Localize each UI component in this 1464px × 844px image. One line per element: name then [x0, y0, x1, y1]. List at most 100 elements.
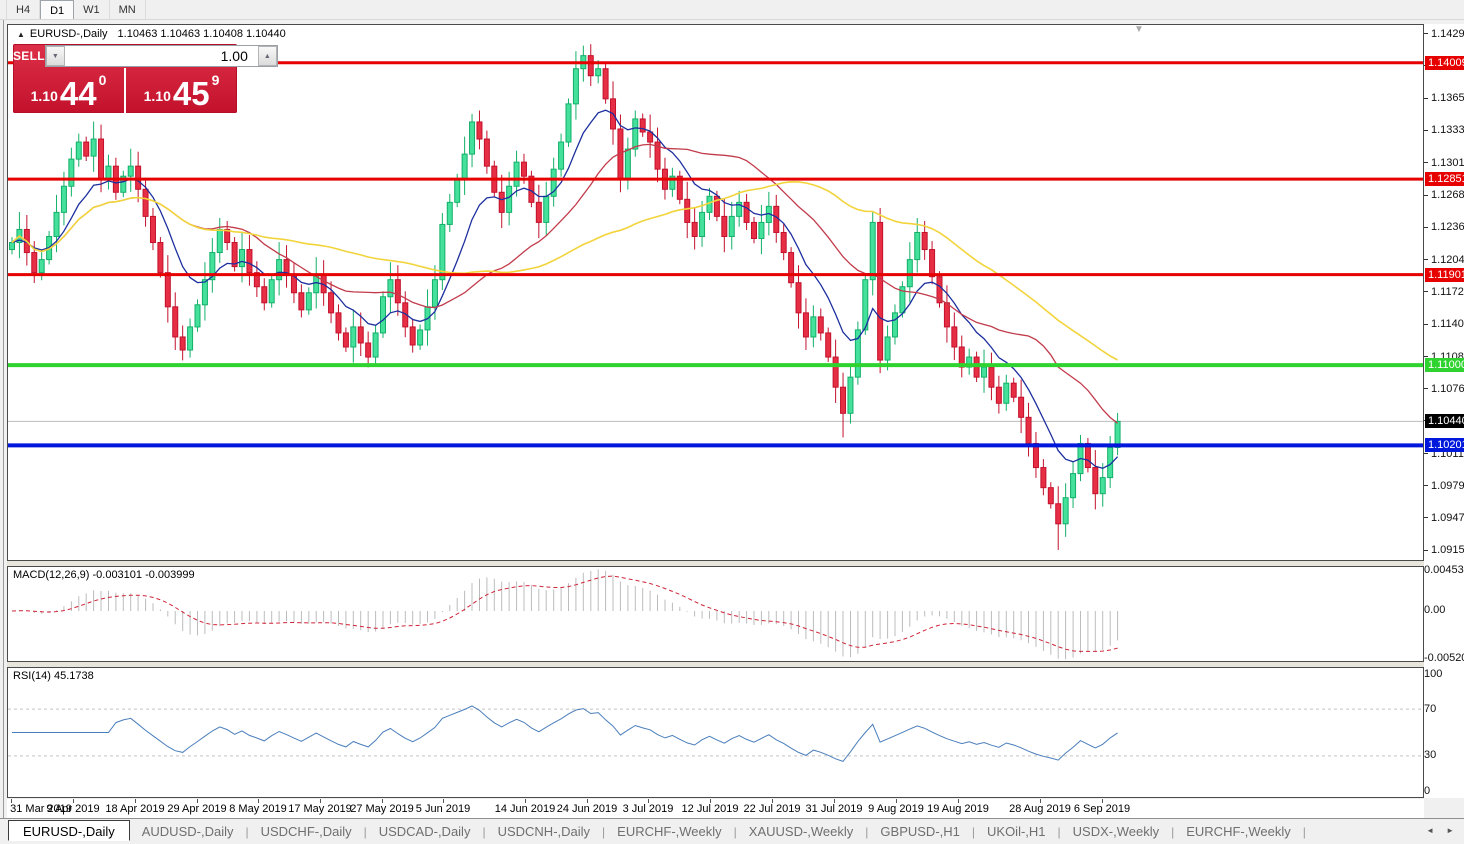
volume-input[interactable]	[64, 46, 258, 66]
date-label: 17 May 2019	[288, 803, 352, 815]
bear-candle	[1040, 467, 1047, 489]
bull-candle	[558, 141, 565, 170]
timeframe-button-h4[interactable]: H4	[6, 0, 41, 19]
bull-candle	[1070, 473, 1077, 499]
level-price-badge: 1.10201	[1425, 438, 1464, 453]
chart-window: ▲ EURUSD-,Daily 1.10463 1.10463 1.10408 1.…	[0, 20, 1464, 818]
sell-price-tile[interactable]: 1.10 44 0	[13, 68, 124, 113]
bull-candle	[276, 259, 283, 281]
timeframe-toolbar: H4 D1 W1 MN	[0, 0, 1464, 20]
chart-tab-usdx-weekly[interactable]: USDX-,Weekly	[1061, 821, 1171, 842]
bull-candle	[380, 296, 386, 334]
bear-candle	[751, 221, 757, 239]
timeframe-button-mn[interactable]: MN	[110, 0, 146, 19]
date-label: 19 Aug 2019	[927, 803, 989, 815]
price-tick-label: 1.13010	[1431, 156, 1464, 169]
tab-scroll-left-icon[interactable]: ◄	[1426, 826, 1434, 835]
bear-candle	[476, 121, 483, 140]
bear-candle	[172, 306, 179, 338]
price-tick-label: 1.09795	[1431, 479, 1464, 492]
bear-candle	[394, 279, 401, 304]
buy-price-big: 45	[172, 75, 210, 112]
level-price-badge: 1.14009	[1425, 55, 1464, 70]
bear-candle	[825, 332, 832, 358]
chart-tab-usdcad-daily[interactable]: USDCAD-,Daily	[367, 821, 483, 842]
bear-candle	[943, 302, 950, 328]
chart-tab-usdchf-daily[interactable]: USDCHF-,Daily	[249, 821, 364, 842]
bear-candle	[691, 221, 698, 237]
rsi-label: RSI(14) 45.1738	[13, 670, 94, 682]
bear-candle	[1018, 396, 1025, 418]
collapse-icon[interactable]: ▲	[17, 30, 25, 39]
date-label: 14 Jun 2019	[494, 803, 556, 815]
volume-up-button[interactable]: ▲	[257, 46, 277, 66]
bull-candle	[1062, 497, 1069, 525]
rsi-axis-label: 30	[1424, 749, 1464, 762]
date-label: 9 Aug 2019	[868, 803, 924, 815]
price-tick: 1.12685	[1424, 189, 1464, 202]
macd-panel: MACD(12,26,9) -0.003101 -0.003999	[7, 566, 1424, 662]
chart-tab-xauusd-weekly[interactable]: XAUUSD-,Weekly	[737, 821, 866, 842]
date-label: 31 Jul 2019	[805, 803, 863, 815]
bear-candle	[1055, 503, 1062, 525]
bull-candle	[891, 312, 898, 338]
macd-chart[interactable]	[8, 567, 1423, 661]
bull-candle	[981, 366, 988, 378]
bull-candle	[1003, 382, 1010, 404]
price-tick: 1.14295	[1424, 27, 1464, 40]
bear-candle	[780, 231, 787, 254]
buy-price-tile[interactable]: 1.10 45 9	[126, 68, 237, 113]
chart-tab-eurchf-weekly[interactable]: EURCHF-,Weekly	[1174, 821, 1303, 842]
bull-candle	[372, 332, 379, 358]
macd-histogram	[18, 569, 1119, 660]
date-label: 22 Jul 2019	[743, 803, 801, 815]
bear-candle	[877, 221, 884, 361]
tick-mark	[1424, 323, 1428, 325]
macd-axis-text: -0.005205	[1424, 651, 1464, 664]
bull-candle	[216, 228, 223, 254]
bull-candle	[624, 148, 631, 180]
rsi-chart[interactable]	[8, 668, 1423, 797]
macd-signal-line	[11, 575, 1118, 652]
bull-candle	[810, 316, 817, 338]
sell-price-pip: 0	[98, 72, 107, 88]
bull-candle	[869, 221, 876, 281]
bull-candle	[1099, 477, 1106, 495]
price-tick: 1.13010	[1424, 156, 1464, 169]
bull-candle	[187, 326, 194, 351]
window-edge	[3, 20, 4, 818]
chart-shift-marker-icon[interactable]: ▼	[1134, 24, 1144, 35]
bear-candle	[921, 231, 928, 251]
bear-candle	[832, 356, 839, 388]
bull-candle	[758, 221, 765, 239]
sell-button[interactable]: SELL	[13, 49, 45, 63]
bear-candle	[951, 326, 958, 348]
bear-candle	[157, 242, 164, 274]
price-tick: 1.11725	[1424, 285, 1464, 298]
bull-candle	[543, 195, 550, 223]
bull-candle	[595, 68, 602, 77]
buy-button[interactable]: BUY	[278, 49, 304, 63]
rsi-panel: RSI(14) 45.1738	[7, 667, 1424, 798]
chart-tab-gbpusd-h1[interactable]: GBPUSD-,H1	[868, 821, 971, 842]
bear-candle	[788, 252, 795, 284]
timeframe-button-d1[interactable]: D1	[40, 0, 75, 19]
chart-tab-eurusd-daily[interactable]: EURUSD-,Daily	[8, 820, 130, 841]
tick-mark	[1424, 129, 1428, 131]
chart-tab-audusd-daily[interactable]: AUDUSD-,Daily	[130, 821, 246, 842]
price-tick-label: 1.12685	[1431, 189, 1464, 202]
date-label: 5 Jun 2019	[415, 803, 471, 815]
chart-tab-usdcnh-daily[interactable]: USDCNH-,Daily	[486, 821, 602, 842]
price-tick-label: 1.13650	[1431, 92, 1464, 105]
timeframe-button-w1[interactable]: W1	[74, 0, 110, 19]
bull-candle	[469, 121, 476, 155]
price-tick: 1.09150	[1424, 544, 1464, 557]
bear-candle	[246, 249, 253, 274]
tab-scroll-right-icon[interactable]: ►	[1446, 826, 1454, 835]
bear-candle	[721, 215, 728, 237]
bull-candle	[565, 103, 572, 143]
price-tick: 1.13330	[1424, 124, 1464, 137]
chart-tab-ukoil-h1[interactable]: UKOil-,H1	[975, 821, 1058, 842]
volume-down-button[interactable]: ▼	[45, 46, 65, 66]
chart-tab-eurchf-weekly[interactable]: EURCHF-,Weekly	[605, 821, 734, 842]
